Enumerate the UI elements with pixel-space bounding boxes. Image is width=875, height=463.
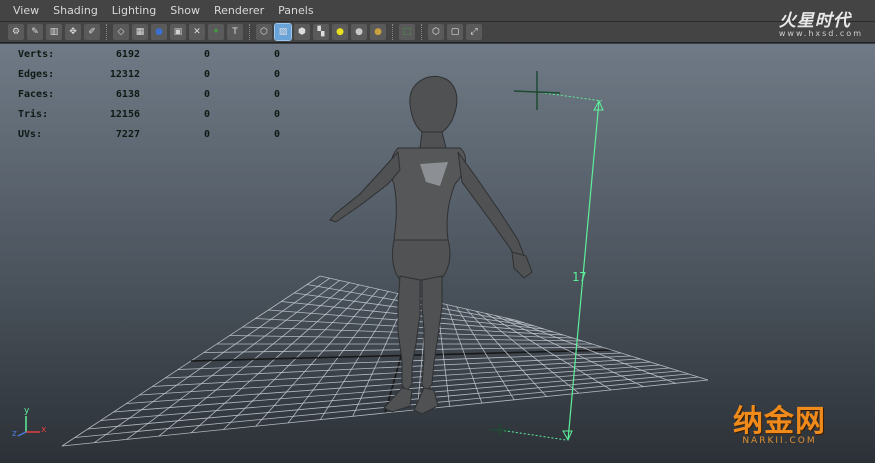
arrow-head-bottom xyxy=(562,430,573,442)
cube-shaded-icon[interactable]: ▨ xyxy=(274,23,292,41)
brand-logo: 火星时代 www.hxsd.com xyxy=(779,6,863,38)
hud-label: Verts: xyxy=(18,48,55,60)
distance-tool[interactable] xyxy=(490,71,604,442)
distance-value: 17 xyxy=(572,270,587,284)
hud-sel2: 0 xyxy=(273,108,280,120)
axis-z-label: z xyxy=(12,429,17,439)
hud-row: UVs: 7227 0 0 xyxy=(18,124,280,144)
hud-value: 12156 xyxy=(109,108,140,120)
hud-row: Edges: 12312 0 0 xyxy=(18,64,280,84)
ground-grid xyxy=(61,275,709,447)
locator-bottom-link xyxy=(499,429,567,441)
menu-view[interactable]: View xyxy=(6,4,46,17)
torso xyxy=(390,147,466,241)
toolbar-separator xyxy=(249,24,251,40)
grid-line xyxy=(61,379,709,447)
select-camera-icon[interactable]: ⬚ xyxy=(399,24,415,40)
hud-sel2: 0 xyxy=(273,68,280,80)
grid-line xyxy=(505,317,676,384)
sphere-grey-icon[interactable]: ● xyxy=(351,24,367,40)
leg-left xyxy=(397,275,421,393)
hud-sel1: 0 xyxy=(203,88,210,100)
wireframe-icon[interactable]: ◇ xyxy=(113,24,129,40)
locator-top-link xyxy=(536,91,603,102)
hud-value: 12312 xyxy=(109,68,140,80)
hud-sel2: 0 xyxy=(273,88,280,100)
use-all-lights-icon[interactable]: ✦ xyxy=(208,24,224,40)
hud-value: 6192 xyxy=(115,48,140,60)
locator-top[interactable] xyxy=(513,71,561,110)
brand-logo-text: 火星时代 xyxy=(778,11,851,31)
camera-attributes-icon[interactable]: ⚙ xyxy=(8,24,24,40)
default-material-icon[interactable]: ● xyxy=(151,24,167,40)
hand-right xyxy=(511,251,533,279)
arm-right xyxy=(457,151,529,271)
hud-row: Tris: 12156 0 0 xyxy=(18,104,280,124)
image-plane-icon[interactable]: ▥ xyxy=(46,24,62,40)
toolbar-separator xyxy=(106,24,108,40)
toolbar-separator xyxy=(421,24,423,40)
hud-value: 6138 xyxy=(115,88,140,100)
sphere-gold-icon[interactable]: ● xyxy=(370,24,386,40)
viewport[interactable]: Verts: 6192 0 0 Edges: 12312 0 0 Faces: 6138 0 0 Tri… xyxy=(0,44,875,463)
hud-label: Faces: xyxy=(18,88,55,100)
head xyxy=(409,75,458,137)
hud-row: Verts: 6192 0 0 xyxy=(18,44,280,64)
axis-x-label: x xyxy=(41,425,47,435)
viewport-toolbar: ⚙ ✎ ▥ ✥ ✐ ◇ ▦ ● ▣ ✕ ✦ T ⬡ ▨ ⬢ ▚ ● ● ● ⬚ ⬡ ▢ ⤢ xyxy=(0,22,875,43)
brand-url: www.hxsd.com xyxy=(778,29,863,38)
hud-label: UVs: xyxy=(18,128,43,140)
poly-count-hud: Verts: 6192 0 0 Edges: 12312 0 0 Faces: 6138 0 0 Tri… xyxy=(18,44,280,144)
hud-label: Edges: xyxy=(18,68,55,80)
smooth-shade-icon[interactable]: ▦ xyxy=(132,24,148,40)
axis-gizmo xyxy=(17,416,40,437)
character-model[interactable] xyxy=(329,75,533,415)
cube-textured-icon[interactable]: ⬢ xyxy=(294,24,310,40)
hud-value: 7227 xyxy=(115,128,140,140)
xray-icon[interactable]: ✕ xyxy=(189,24,205,40)
checker-icon[interactable]: ▚ xyxy=(313,24,329,40)
text-icon[interactable]: T xyxy=(227,24,243,40)
hips xyxy=(391,239,451,281)
watermark-url: NARKII.COM xyxy=(742,436,817,446)
menu-shading[interactable]: Shading xyxy=(46,4,105,17)
watermark-logo: 纳金网 xyxy=(733,404,826,439)
grease-pencil-icon[interactable]: ✐ xyxy=(84,24,100,40)
isolate-select-icon[interactable]: ⬡ xyxy=(256,24,272,40)
menu-lighting[interactable]: Lighting xyxy=(105,4,163,17)
hud-sel1: 0 xyxy=(203,108,210,120)
menu-show[interactable]: Show xyxy=(163,4,207,17)
share-icon[interactable]: ⤢ xyxy=(466,24,482,40)
hud-label: Tris: xyxy=(18,108,49,120)
hud-row: Faces: 6138 0 0 xyxy=(18,84,280,104)
bookmarks-icon[interactable]: ✎ xyxy=(27,24,43,40)
textured-icon[interactable]: ▣ xyxy=(170,24,186,40)
two-d-pan-icon[interactable]: ✥ xyxy=(65,24,81,40)
menu-bar: View Shading Lighting Show Renderer Pane… xyxy=(0,0,875,22)
toolbar-separator xyxy=(392,24,394,40)
hud-sel1: 0 xyxy=(203,128,210,140)
hud-sel1: 0 xyxy=(203,48,210,60)
hud-sel1: 0 xyxy=(203,68,210,80)
frame-icon[interactable]: ▢ xyxy=(447,24,463,40)
light-bulb-icon[interactable]: ● xyxy=(332,24,348,40)
menu-panels[interactable]: Panels xyxy=(271,4,320,17)
menu-renderer[interactable]: Renderer xyxy=(207,4,271,17)
watermark: 纳金网 NARKII.COM xyxy=(733,396,826,446)
foot-right xyxy=(413,387,439,415)
arm-left xyxy=(329,150,401,223)
box-icon[interactable]: ⬡ xyxy=(428,24,444,40)
locator-bottom[interactable] xyxy=(490,424,510,436)
hud-sel2: 0 xyxy=(273,128,280,140)
leg-right xyxy=(421,275,443,393)
axis-y-label: y xyxy=(24,406,30,416)
hud-sel2: 0 xyxy=(273,48,280,60)
axis-z-line xyxy=(17,431,27,437)
neck xyxy=(419,131,447,149)
